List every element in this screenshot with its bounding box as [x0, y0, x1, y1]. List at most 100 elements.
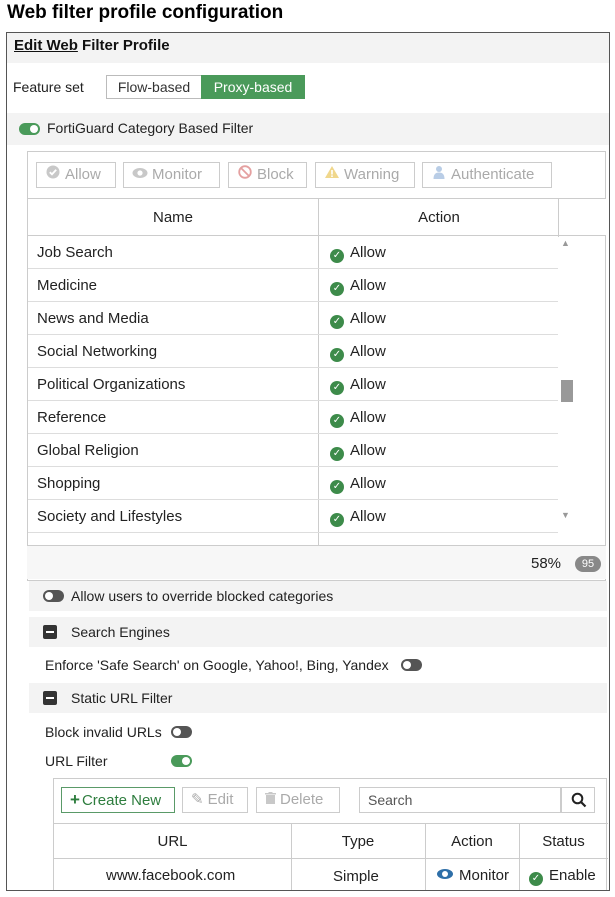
category-table-header: Name Action [28, 198, 606, 237]
category-name: Global Religion [37, 442, 139, 459]
collapse-icon[interactable] [43, 691, 57, 705]
scroll-down-arrow-icon[interactable]: ▼ [561, 510, 570, 520]
status-cell-label: Enable [549, 867, 596, 884]
column-divider [425, 859, 426, 890]
column-divider [425, 824, 426, 860]
monitor-button[interactable]: Monitor [123, 162, 220, 188]
column-header-name[interactable]: Name [28, 209, 318, 226]
category-name: Political Organizations [37, 376, 186, 393]
category-action-label: Allow [350, 475, 386, 492]
column-header-type[interactable]: Type [291, 833, 425, 850]
category-action-label: Allow [350, 442, 386, 459]
collapse-icon[interactable] [43, 625, 57, 639]
eye-icon [132, 163, 148, 187]
block-button-label: Block [257, 166, 294, 183]
scroll-up-arrow-icon[interactable]: ▲ [561, 238, 570, 248]
proxy-based-option[interactable]: Proxy-based [201, 75, 305, 99]
category-row[interactable]: Society and Lifestyles ✓ Allow [28, 500, 558, 533]
status-cell: ✓ Enable [529, 867, 596, 886]
column-header-status[interactable]: Status [519, 833, 608, 850]
toggle-knob [403, 661, 411, 669]
static-url-filter-label: Static URL Filter [71, 690, 173, 706]
toggle-knob [182, 757, 190, 765]
category-row[interactable]: Reference ✓ Allow [28, 401, 558, 434]
category-row[interactable]: Social Networking ✓ Allow [28, 335, 558, 368]
override-toggle[interactable] [43, 590, 64, 602]
allow-button-label: Allow [65, 166, 101, 183]
url-cell: www.facebook.com [106, 867, 236, 884]
warning-button[interactable]: Warning [315, 162, 415, 188]
search-button[interactable] [561, 787, 595, 813]
category-row[interactable]: Global Religion ✓ Allow [28, 434, 558, 467]
edit-profile-frame: Edit Web Filter Profile Feature set Flow… [6, 32, 610, 891]
url-filter-toggle[interactable] [171, 755, 192, 767]
percent-label: 58% [531, 555, 562, 572]
flow-based-option[interactable]: Flow-based [106, 75, 202, 99]
category-name: Social Networking [37, 343, 158, 360]
column-header-action[interactable]: Action [319, 209, 559, 226]
check-circle-icon: ✓ [330, 381, 344, 395]
category-action-label: Allow [350, 310, 386, 327]
check-circle-icon: ✓ [330, 513, 344, 527]
category-name: News and Media [37, 310, 149, 327]
block-invalid-urls-toggle[interactable] [171, 726, 192, 738]
vertical-scrollbar-thumb[interactable] [561, 380, 573, 402]
url-table-header: URL Type Action Status [54, 823, 608, 860]
category-panel: Allow Monitor Block Warning Authenticate… [27, 151, 606, 581]
block-icon [237, 163, 253, 187]
category-action: ✓ Allow [330, 310, 386, 329]
create-new-button[interactable]: + Create New [61, 787, 175, 813]
check-circle-icon: ✓ [330, 480, 344, 494]
block-button[interactable]: Block [228, 162, 307, 188]
category-action-label: Allow [350, 343, 386, 360]
title-part-2: Filter Profile [77, 37, 170, 54]
fortiguard-row: FortiGuard Category Based Filter [7, 113, 609, 145]
fortiguard-toggle[interactable] [19, 123, 40, 135]
plus-icon: + [70, 790, 80, 809]
block-invalid-urls-label: Block invalid URLs [45, 724, 162, 740]
override-row: Allow users to override blocked categori… [29, 581, 607, 611]
url-table-row[interactable]: www.facebook.com Simple Monitor ✓ Enable [54, 859, 608, 890]
override-label: Allow users to override blocked categori… [71, 588, 334, 604]
category-action: ✓ Allow [330, 277, 386, 296]
url-filter-label: URL Filter [45, 753, 108, 769]
category-row[interactable]: Shopping ✓ Allow [28, 467, 558, 500]
category-action: ✓ Allow [330, 442, 386, 461]
action-cell-label: Monitor [459, 867, 510, 884]
page-heading: Web filter profile configuration [7, 2, 284, 23]
url-filter-panel: + Create New ✎ Edit Delete Search URL Type… [53, 778, 608, 890]
edit-button[interactable]: ✎ Edit [182, 787, 248, 813]
feature-set-label: Feature set [13, 79, 84, 95]
category-action-label: Allow [350, 277, 386, 294]
delete-button[interactable]: Delete [256, 787, 340, 813]
category-row[interactable]: Job Search ✓ Allow [28, 236, 558, 269]
column-header-action[interactable]: Action [425, 833, 519, 850]
check-circle-icon: ✓ [330, 447, 344, 461]
column-divider [519, 824, 520, 860]
allow-button[interactable]: Allow [36, 162, 116, 188]
category-row[interactable]: News and Media ✓ Allow [28, 302, 558, 335]
fortiguard-label: FortiGuard Category Based Filter [47, 120, 254, 136]
search-icon [571, 792, 587, 813]
search-engines-header[interactable]: Search Engines [29, 617, 607, 647]
authenticate-button[interactable]: Authenticate [422, 162, 552, 188]
safe-search-toggle[interactable] [401, 659, 422, 671]
check-circle-icon [45, 163, 61, 187]
user-icon [431, 163, 447, 187]
pencil-icon: ✎ [191, 791, 204, 808]
action-cell: Monitor [437, 867, 509, 884]
column-header-url[interactable]: URL [54, 833, 291, 850]
category-action: ✓ Allow [330, 508, 386, 527]
category-name: Society and Lifestyles [37, 508, 183, 525]
edit-profile-title: Edit Web Filter Profile [14, 37, 170, 54]
static-url-filter-header[interactable]: Static URL Filter [29, 683, 607, 713]
search-input[interactable]: Search [359, 787, 561, 813]
category-name: Medicine [37, 277, 98, 294]
count-badge: 95 [575, 556, 601, 572]
search-engines-label: Search Engines [71, 624, 170, 640]
title-part-1: Edit Web [14, 37, 78, 54]
category-row[interactable]: Political Organizations ✓ Allow [28, 368, 558, 401]
category-row[interactable]: Medicine ✓ Allow [28, 269, 558, 302]
warning-icon [324, 163, 340, 187]
category-footer: 58% 95 [27, 545, 606, 579]
